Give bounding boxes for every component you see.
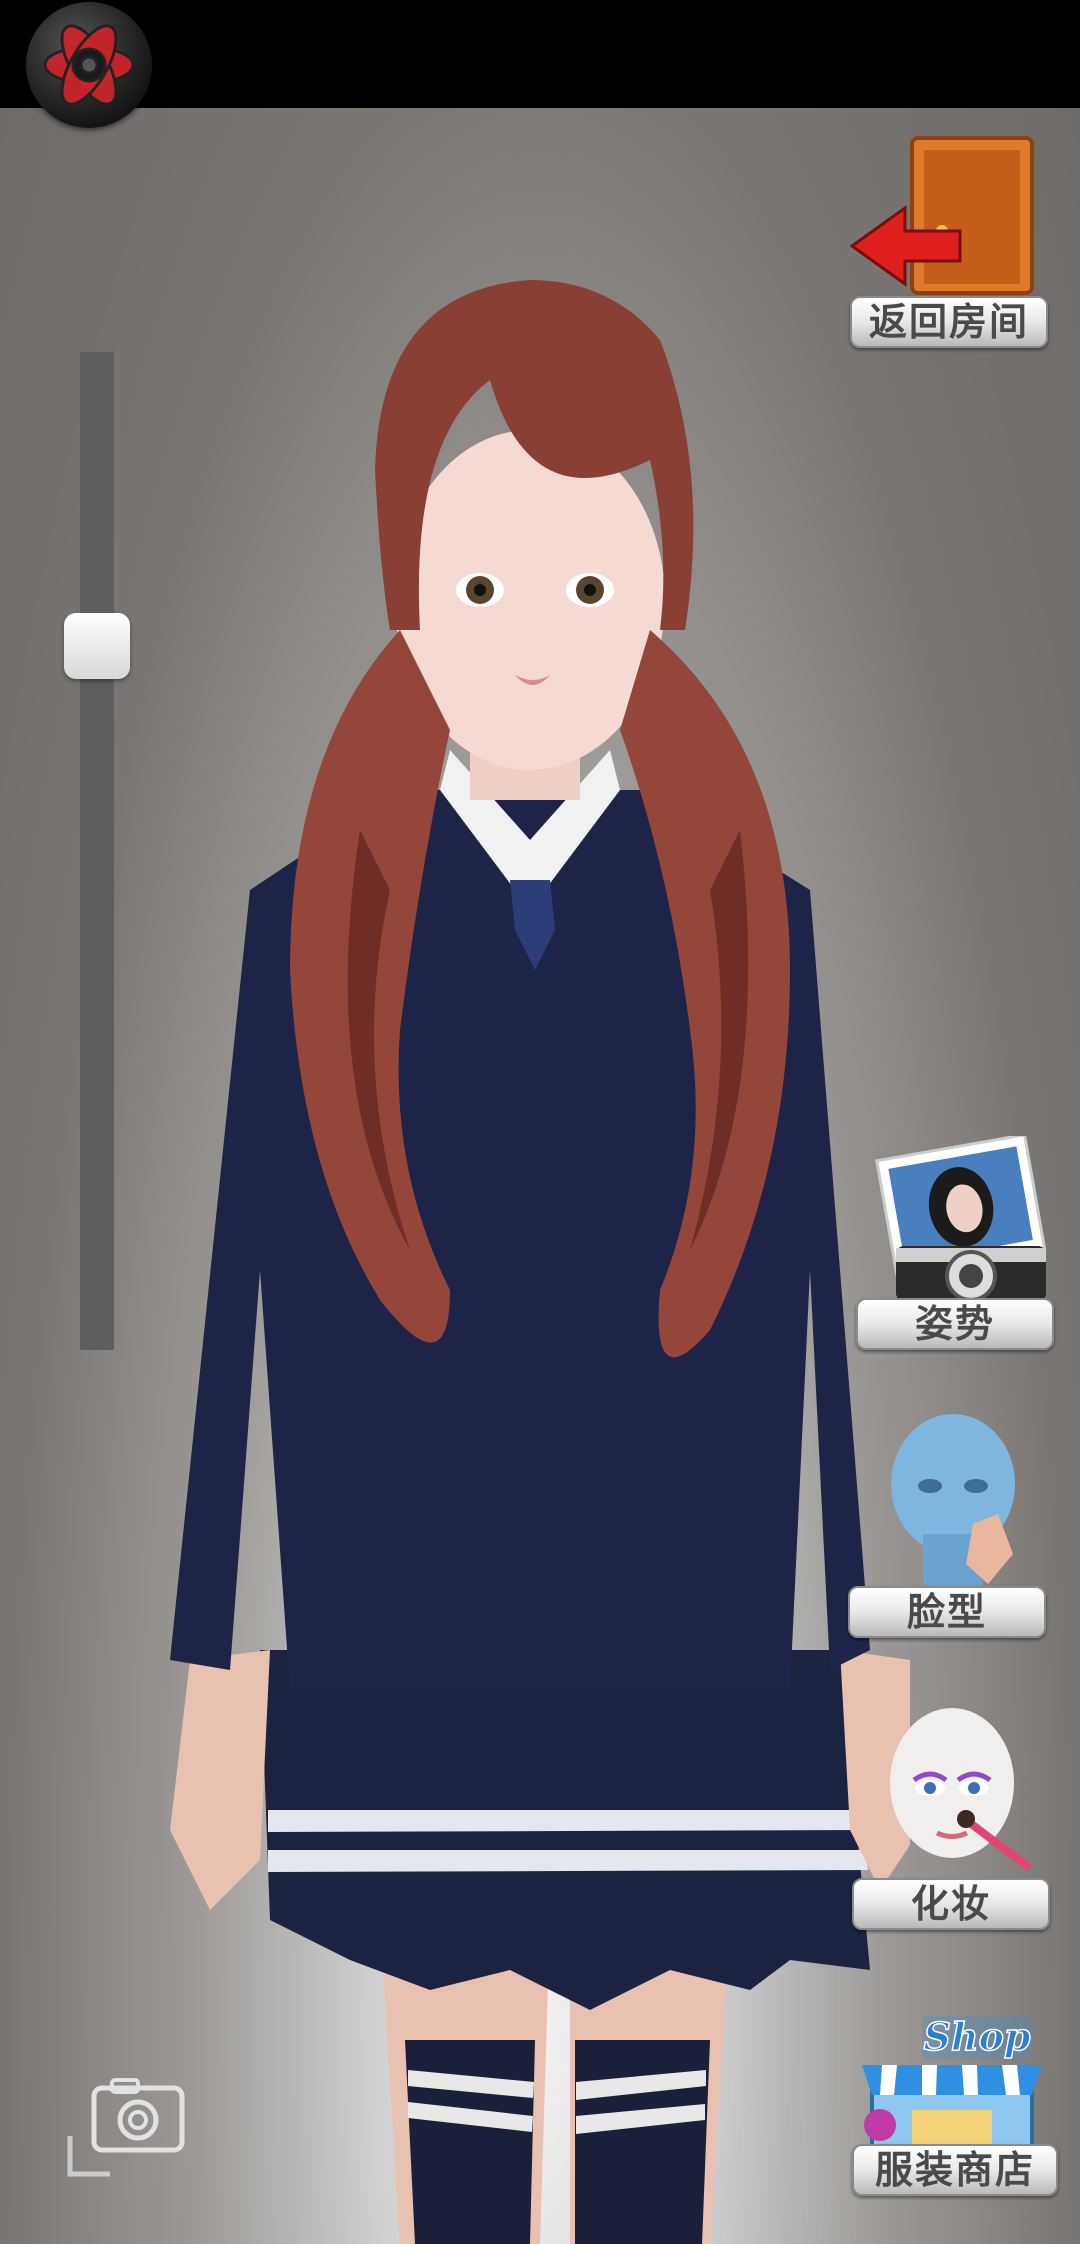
camera-photo-icon [875,1136,1047,1302]
zoom-slider-track[interactable] [80,352,114,1350]
pose-button[interactable]: 姿势 [856,1136,1056,1350]
app-logo-icon[interactable] [26,2,152,128]
back-room-button[interactable]: 返回房间 [850,136,1050,348]
door-exit-icon [850,136,1034,295]
shop-sign-text: Shop [924,2014,1031,2059]
face-shape-icon [891,1414,1015,1589]
clothing-shop-label: 服装商店 [852,2144,1058,2196]
top-bar [0,0,1080,108]
face-shape-button[interactable]: 脸型 [848,1414,1048,1640]
makeup-label: 化妆 [852,1878,1050,1930]
face-shape-label: 脸型 [848,1586,1046,1638]
back-room-label: 返回房间 [850,296,1048,348]
character-model[interactable] [150,270,910,2244]
clothing-shop-button[interactable]: Shop 服装商店 [852,2010,1058,2230]
zoom-slider-thumb[interactable] [64,612,130,679]
makeup-icon [890,1708,1031,1870]
makeup-button[interactable]: 化妆 [852,1708,1052,1932]
pose-label: 姿势 [856,1298,1054,1350]
screenshot-camera-icon[interactable] [66,2078,186,2178]
